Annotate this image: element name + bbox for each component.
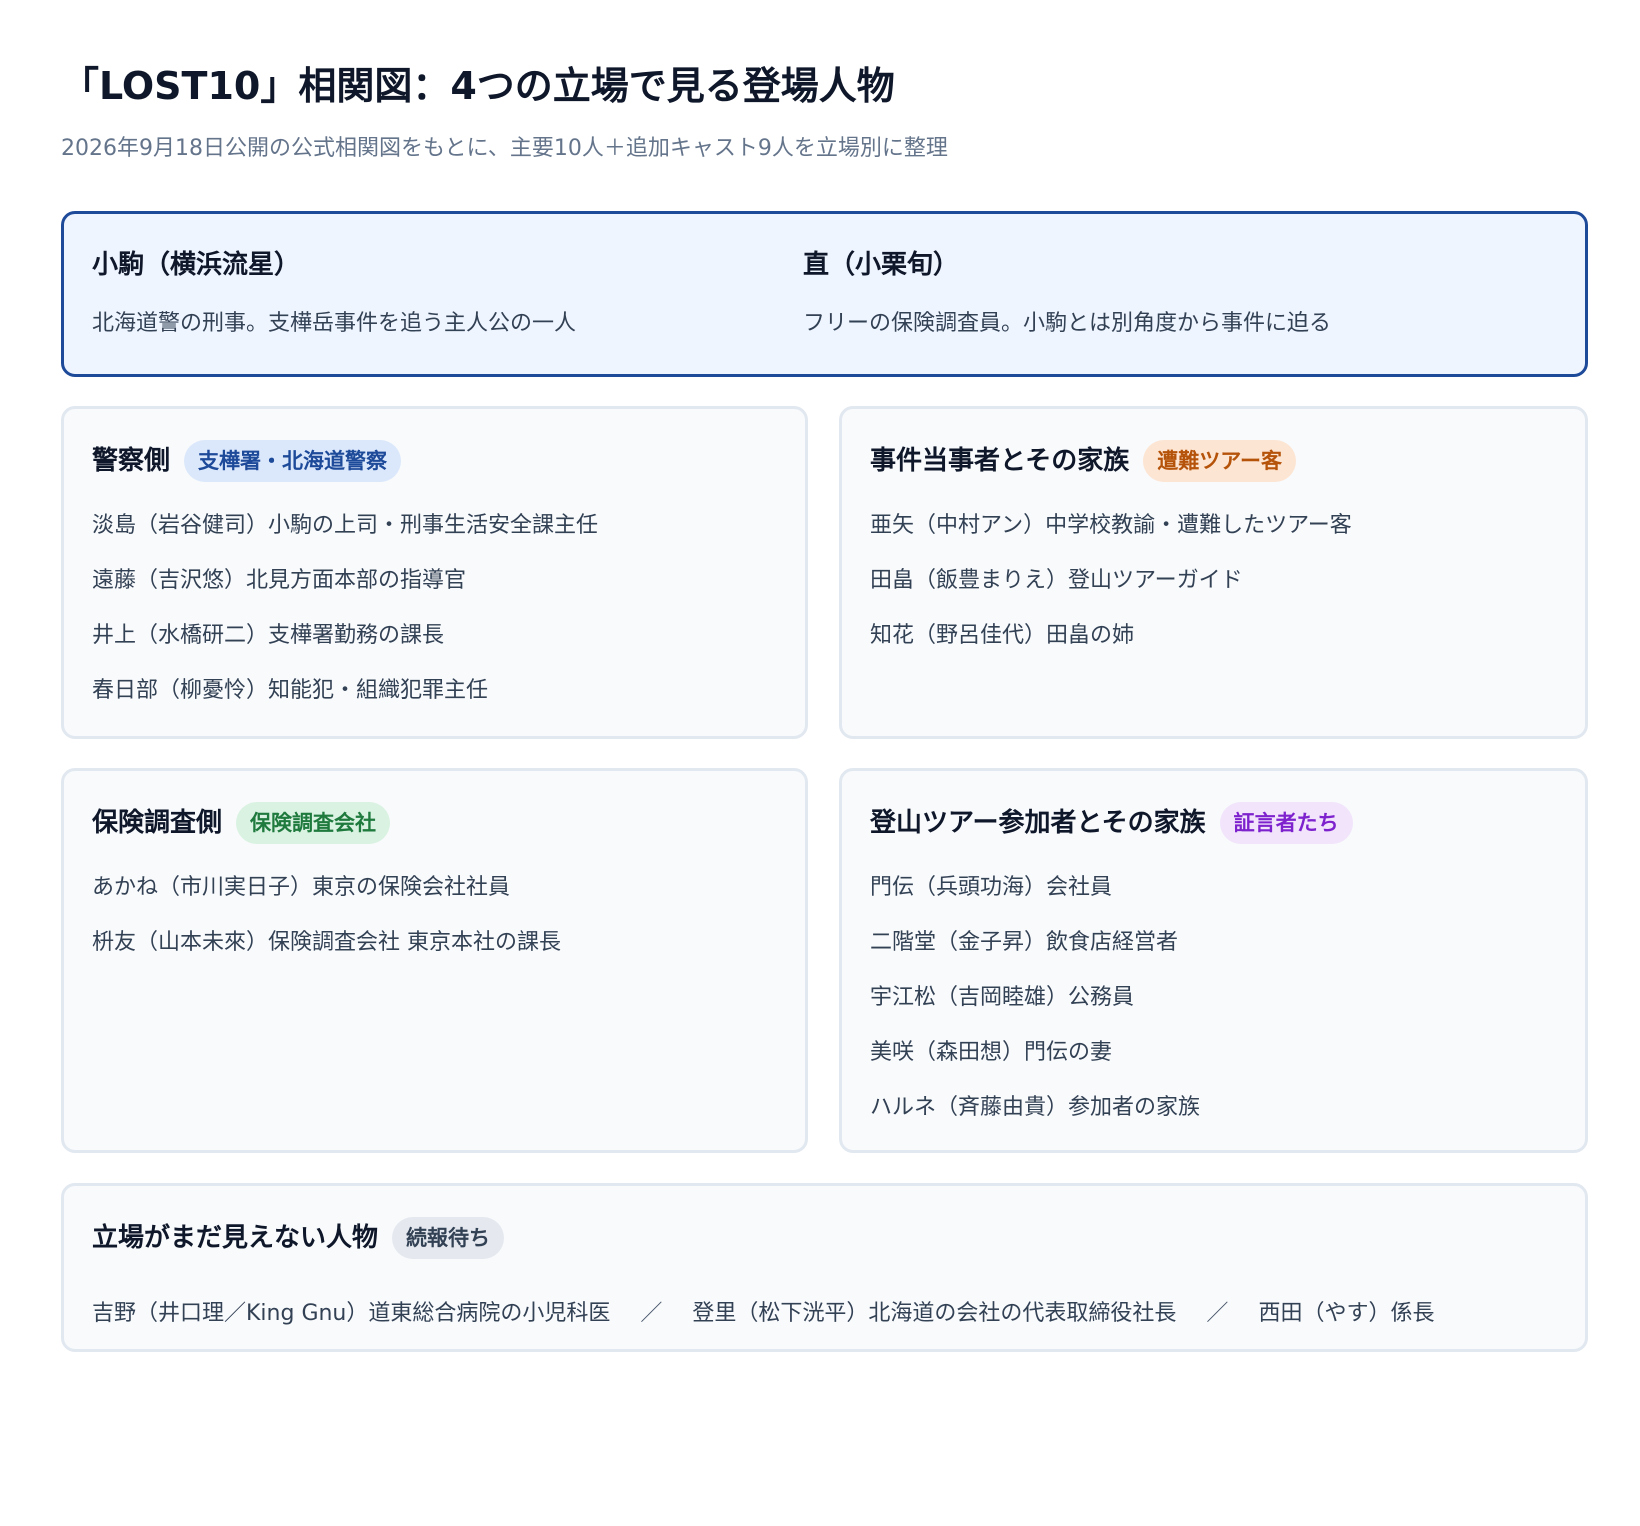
member-item: 知花（野呂佳代）田畠の姉 bbox=[870, 623, 1135, 648]
group-badge: 遭難ツアー客 bbox=[1143, 440, 1296, 482]
group-title: 警察側 bbox=[92, 446, 171, 476]
tour-group-card: 登山ツアー参加者とその家族 証言者たち 門伝（兵頭功海）会社員 二階堂（金子昇）… bbox=[839, 768, 1588, 1153]
group-header: 警察側 支樺署・北海道警察 bbox=[92, 439, 402, 483]
lead-description: フリーの保険調査員。小駒とは別角度から事件に迫る bbox=[803, 311, 1332, 336]
lead-characters-card: 小駒（横浜流星） 北海道警の刑事。支樺岳事件を追う主人公の一人 直（小栗旬） フ… bbox=[61, 211, 1588, 377]
incident-group-card: 事件当事者とその家族 遭難ツアー客 亜矢（中村アン）中学校教諭・遭難したツアー客… bbox=[839, 406, 1588, 739]
member-item: 宇江松（吉岡睦雄）公務員 bbox=[870, 985, 1135, 1010]
group-title: 立場がまだ見えない人物 bbox=[92, 1223, 379, 1253]
insurance-group-card: 保険調査側 保険調査会社 あかね（市川実日子）東京の保険会社社員 枡友（山本未來… bbox=[61, 768, 808, 1153]
group-header: 立場がまだ見えない人物 続報待ち bbox=[92, 1216, 505, 1260]
member-list: あかね（市川実日子）東京の保険会社社員 枡友（山本未來）保険調査会社 東京本社の… bbox=[92, 873, 561, 983]
member-list: 門伝（兵頭功海）会社員 二階堂（金子昇）飲食店経営者 宇江松（吉岡睦雄）公務員 … bbox=[870, 873, 1200, 1148]
member-item: 亜矢（中村アン）中学校教諭・遭難したツアー客 bbox=[870, 513, 1352, 538]
page-title: 「LOST10」相関図：4つの立場で見る登場人物 bbox=[61, 64, 895, 108]
unknown-member-row: 吉野（井口理／King Gnu）道東総合病院の小児科医 ／ 登里（松下洸平）北海… bbox=[92, 1299, 1434, 1329]
member-item: 井上（水橋研二）支樺署勤務の課長 bbox=[92, 623, 445, 648]
member-list: 淡島（岩谷健司）小駒の上司・刑事生活安全課主任 遠藤（吉沢悠）北見方面本部の指導… bbox=[92, 511, 598, 731]
lead-name: 小駒（横浜流星） bbox=[92, 250, 301, 280]
member-item: 西田（やす）係長 bbox=[1258, 1301, 1435, 1326]
lead-description: 北海道警の刑事。支樺岳事件を追う主人公の一人 bbox=[92, 311, 577, 336]
member-item: 吉野（井口理／King Gnu）道東総合病院の小児科医 bbox=[92, 1301, 611, 1326]
group-badge: 続報待ち bbox=[392, 1217, 505, 1259]
member-item: 淡島（岩谷健司）小駒の上司・刑事生活安全課主任 bbox=[92, 513, 599, 538]
separator: ／ bbox=[640, 1301, 663, 1326]
group-title: 保険調査側 bbox=[92, 808, 223, 838]
group-title: 登山ツアー参加者とその家族 bbox=[870, 808, 1206, 838]
lead-name: 直（小栗旬） bbox=[803, 250, 960, 280]
page-subtitle: 2026年9月18日公開の公式相関図をもとに、主要10人＋追加キャスト9人を立場… bbox=[61, 136, 948, 161]
separator: ／ bbox=[1206, 1301, 1229, 1326]
group-title: 事件当事者とその家族 bbox=[870, 446, 1130, 476]
group-header: 事件当事者とその家族 遭難ツアー客 bbox=[870, 439, 1296, 483]
member-item: 美咲（森田想）門伝の妻 bbox=[870, 1040, 1113, 1065]
unknown-group-card: 立場がまだ見えない人物 続報待ち 吉野（井口理／King Gnu）道東総合病院の… bbox=[61, 1183, 1588, 1352]
member-item: 遠藤（吉沢悠）北見方面本部の指導官 bbox=[92, 568, 467, 593]
member-item: あかね（市川実日子）東京の保険会社社員 bbox=[92, 875, 511, 900]
group-badge: 保険調査会社 bbox=[236, 802, 391, 844]
group-badge: 証言者たち bbox=[1219, 802, 1353, 844]
member-item: ハルネ（斉藤由貴）参加者の家族 bbox=[870, 1095, 1201, 1120]
member-item: 春日部（柳憂怜）知能犯・組織犯罪主任 bbox=[92, 678, 489, 703]
member-item: 門伝（兵頭功海）会社員 bbox=[870, 875, 1113, 900]
member-item: 田畠（飯豊まりえ）登山ツアーガイド bbox=[870, 568, 1243, 593]
group-badge: 支樺署・北海道警察 bbox=[184, 440, 402, 482]
member-item: 二階堂（金子昇）飲食店経営者 bbox=[870, 930, 1179, 955]
member-item: 枡友（山本未來）保険調査会社 東京本社の課長 bbox=[92, 930, 561, 955]
group-header: 登山ツアー参加者とその家族 証言者たち bbox=[870, 801, 1353, 845]
police-group-card: 警察側 支樺署・北海道警察 淡島（岩谷健司）小駒の上司・刑事生活安全課主任 遠藤… bbox=[61, 406, 808, 739]
group-header: 保険調査側 保険調査会社 bbox=[92, 801, 391, 845]
member-item: 登里（松下洸平）北海道の会社の代表取締役社長 bbox=[692, 1301, 1177, 1326]
member-list: 亜矢（中村アン）中学校教諭・遭難したツアー客 田畠（飯豊まりえ）登山ツアーガイド… bbox=[870, 511, 1352, 676]
